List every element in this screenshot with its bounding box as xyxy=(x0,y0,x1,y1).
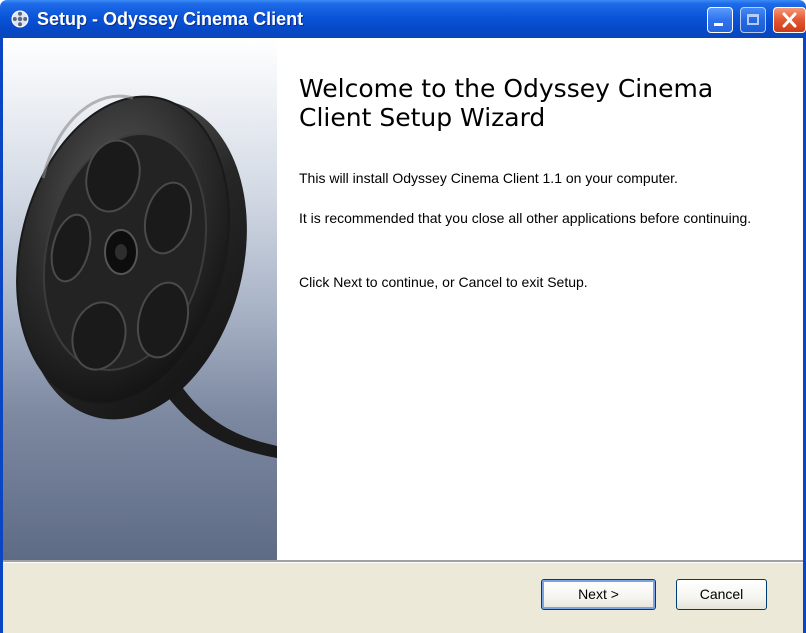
minimize-button[interactable] xyxy=(707,7,733,33)
next-button[interactable]: Next > xyxy=(541,579,656,610)
install-description: This will install Odyssey Cinema Client … xyxy=(299,170,678,186)
window-title: Setup - Odyssey Cinema Client xyxy=(37,9,304,29)
maximize-button[interactable] xyxy=(740,7,766,33)
maximize-icon xyxy=(747,14,759,25)
minimize-icon xyxy=(714,23,723,26)
close-icon xyxy=(782,12,797,28)
wizard-content: Welcome to the Odyssey Cinema Client Set… xyxy=(277,38,803,560)
welcome-heading: Welcome to the Odyssey Cinema Client Set… xyxy=(299,74,714,132)
cancel-button[interactable]: Cancel xyxy=(676,579,767,610)
setup-app-icon xyxy=(11,10,29,28)
film-reel-image xyxy=(16,94,277,458)
close-button[interactable] xyxy=(773,7,806,33)
close-apps-recommendation: It is recommended that you close all oth… xyxy=(299,210,752,226)
wizard-banner xyxy=(3,38,277,560)
title-bar[interactable]: Setup - Odyssey Cinema Client xyxy=(0,0,806,38)
next-instruction: Click Next to continue, or Cancel to exi… xyxy=(299,274,588,290)
button-bar: Next > Cancel xyxy=(3,563,803,633)
